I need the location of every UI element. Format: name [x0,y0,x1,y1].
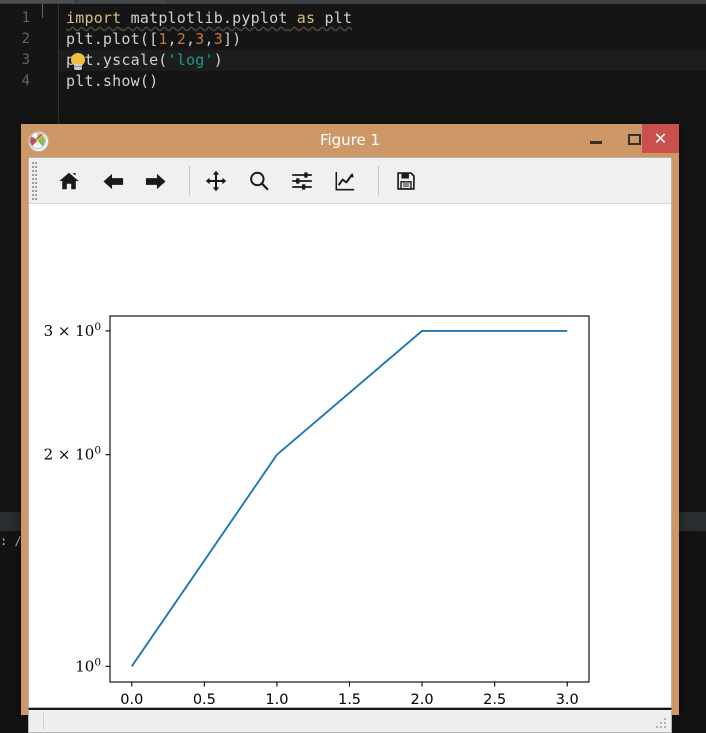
figure-client-area: 0.0 0.5 1.0 1.5 2.0 2.5 3.0 100 2 × 100 3 × 100 [28,157,672,708]
home-icon[interactable] [53,165,85,197]
grip-dot [32,174,34,176]
plot-svg: 0.0 0.5 1.0 1.5 2.0 2.5 3.01002 × 1003 × 100 [29,204,671,706]
code-line[interactable]: plt.yscale('log') [66,50,223,71]
toolbar-separator [189,166,190,196]
x-tick-label: 1.0 [265,692,288,706]
back-arrow-icon[interactable] [97,165,129,197]
code-token: 2 [176,30,187,48]
grip-dot [35,194,37,196]
grip-dot [32,166,34,168]
resize-grip[interactable] [656,718,667,729]
resize-grip-dot [664,718,666,720]
grip-dot [35,186,37,188]
resize-grip-dot [664,726,666,728]
code-token: , [167,30,177,48]
toolbar-separator [378,166,379,196]
resize-grip-dot [664,722,666,724]
grip-dot [35,190,37,192]
line-number: 3 [21,52,30,68]
toolbar-segment-mid [78,0,166,3]
code-token: as [296,9,316,27]
code-token: ]) [222,30,242,48]
grip-dot [35,174,37,176]
code-token: 3 [213,30,223,48]
toolbar-drag-handle[interactable] [32,162,39,200]
matplotlib-logo-icon [28,131,49,152]
matplotlib-plot-canvas[interactable]: 0.0 0.5 1.0 1.5 2.0 2.5 3.0 100 2 × 100 3 × 100 [29,204,671,706]
x-tick-label: 3.0 [556,692,579,706]
zoom-magnifier-icon[interactable] [243,165,275,197]
resize-grip-dot [660,722,662,724]
line-number: 1 [21,10,30,26]
code-line[interactable]: import matplotlib.pyplot as plt [66,8,352,29]
code-line[interactable]: plt.plot([1,2,3,3]) [66,29,241,50]
edit-axis-curve-icon[interactable] [329,165,361,197]
y-tick-label: 3 × 100 [44,321,101,340]
code-token: matplotlib.pyplot [130,9,288,27]
code-token: plt.show() [66,72,159,90]
code-token: , [186,30,196,48]
grip-dot [32,170,34,172]
grip-dot [32,182,34,184]
x-tick-label: 0.5 [193,692,216,706]
x-tick-label: 2.5 [483,692,506,706]
minimize-button[interactable] [577,124,615,153]
grip-dot [32,186,34,188]
code-token: , [204,30,214,48]
lightbulb-icon[interactable] [70,53,86,71]
code-line[interactable]: plt.show() [66,71,158,92]
window-title-bar[interactable]: Figure 1 ✕ [21,124,679,157]
figure-navigation-toolbar[interactable] [29,158,671,204]
lightbulb-base [74,64,82,70]
code-token: 'log' [167,51,214,69]
status-bar-separator [43,713,44,730]
resize-grip-dot [656,726,658,728]
figure-status-bar [28,708,672,733]
code-token: 1 [158,30,168,48]
toolbar-segment-right [168,0,706,3]
grip-dot [35,166,37,168]
maximize-icon [628,134,641,145]
minimize-icon [590,141,602,144]
y-tick-label: 2 × 100 [44,445,101,464]
grip-dot [32,198,34,200]
grip-dot [32,190,34,192]
forward-arrow-icon[interactable] [139,165,171,197]
grip-dot [32,162,34,164]
code-token: ) [213,51,223,69]
save-floppy-icon[interactable] [390,165,422,197]
close-button[interactable]: ✕ [642,124,679,153]
grip-dot [35,182,37,184]
line-number: 4 [21,73,30,89]
code-token: import [66,9,122,27]
x-tick-label: 1.5 [338,692,361,706]
resize-grip-dot [660,726,662,728]
pan-move-icon[interactable] [200,165,232,197]
grip-dot [35,170,37,172]
grip-dot [35,198,37,200]
figure-window[interactable]: Figure 1 ✕ 0.0 0.5 1.0 1.5 2.0 2.5 3.0 1… [21,124,679,733]
x-tick-label: 0.0 [120,692,143,706]
x-tick-label: 2.0 [411,692,434,706]
grip-dot [32,194,34,196]
grip-dot [35,178,37,180]
grip-dot [35,162,37,164]
grip-dot [32,178,34,180]
code-token: plt [324,9,353,27]
line-number: 2 [21,31,30,47]
code-token: plt.plot([ [66,30,159,48]
configure-subplots-sliders-icon[interactable] [286,165,318,197]
toolbar-segment-left [0,0,74,3]
